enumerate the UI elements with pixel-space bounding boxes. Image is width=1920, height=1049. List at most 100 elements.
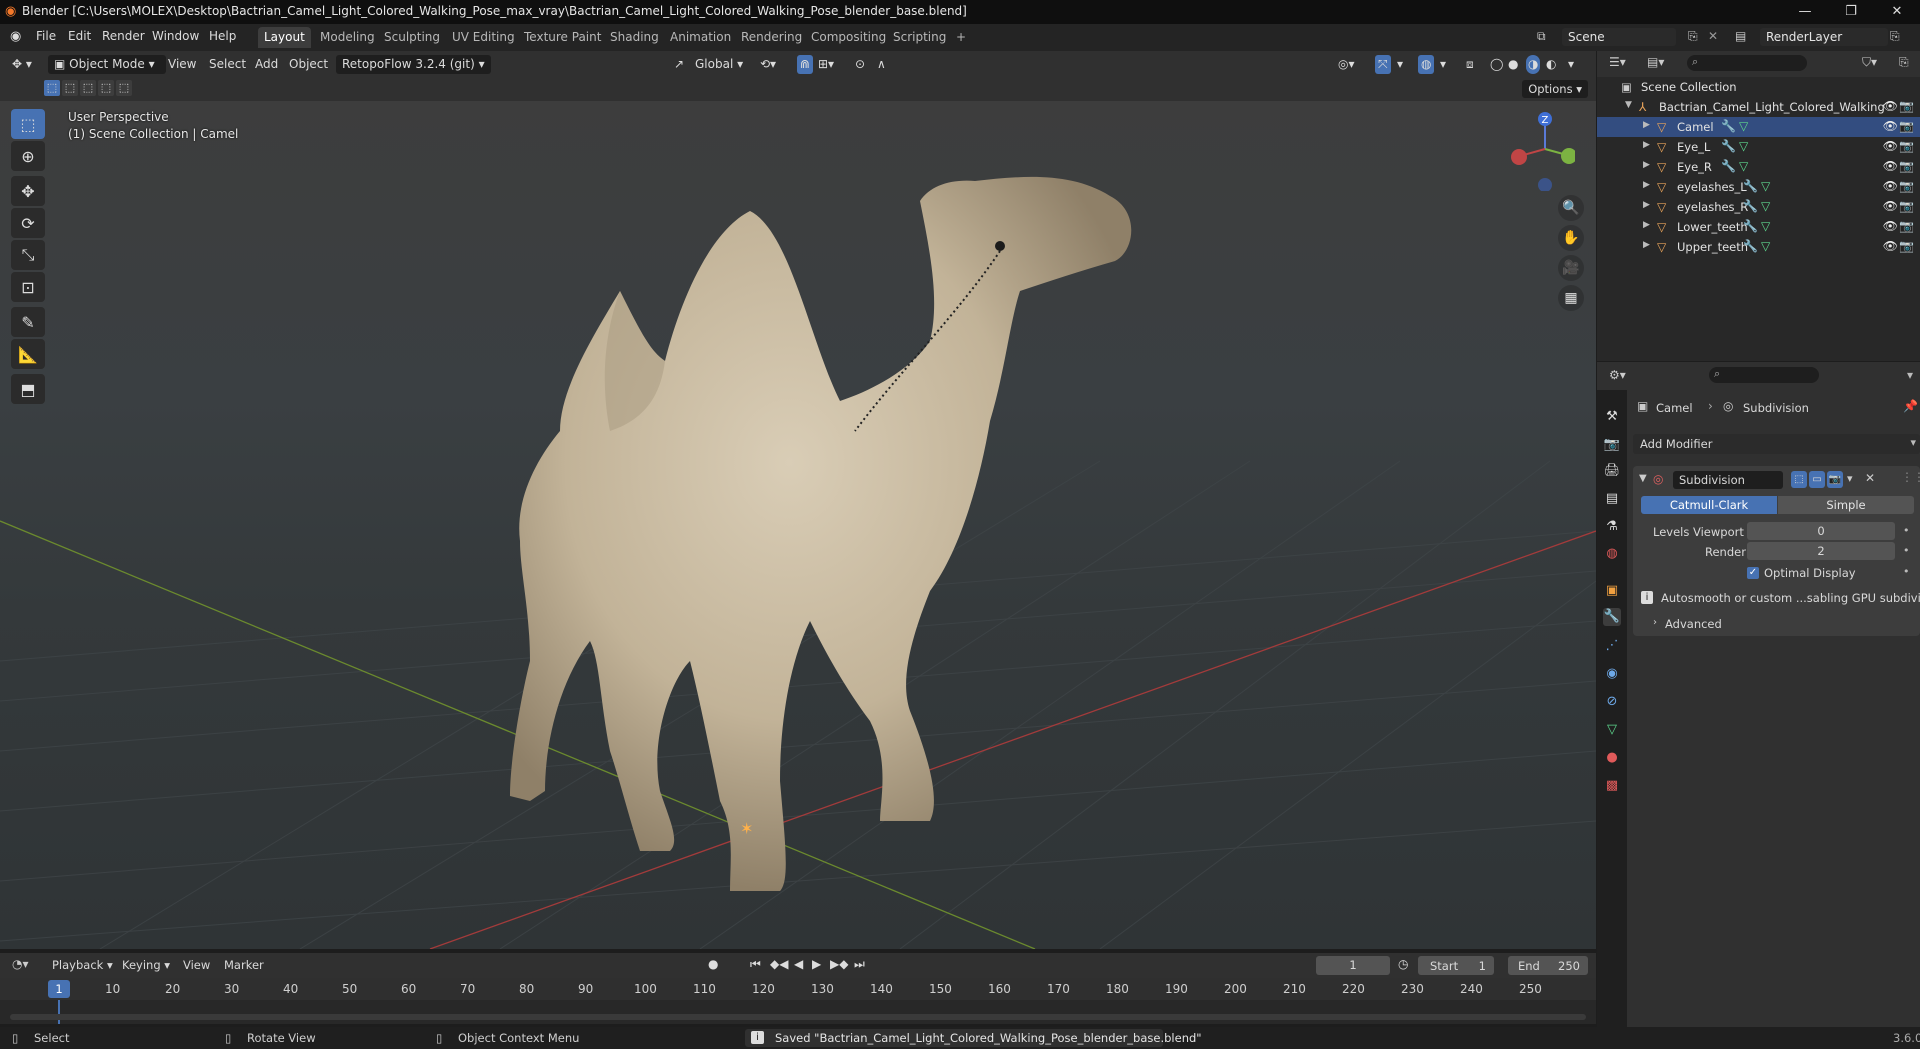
tab-modeling[interactable]: Modeling: [314, 27, 381, 48]
expand-chevron-icon[interactable]: ▶: [1643, 200, 1650, 210]
start-frame-field[interactable]: Start 1: [1418, 956, 1494, 975]
playhead-line[interactable]: [58, 1000, 60, 1024]
expand-chevron-icon[interactable]: ▶: [1643, 240, 1650, 250]
jump-start-icon[interactable]: ⏮: [750, 957, 761, 972]
modifier-wrench-icon[interactable]: 🔧: [1743, 199, 1758, 213]
select-new-icon[interactable]: ⬚: [44, 80, 60, 96]
display-mode-icon[interactable]: ▤▾: [1647, 55, 1664, 69]
modifier-menu-icon[interactable]: ▾: [1847, 472, 1853, 485]
visibility-eye-icon[interactable]: 👁: [1883, 139, 1898, 153]
rotate-tool[interactable]: ⟳: [11, 208, 45, 238]
render-toggle-icon[interactable]: 📷: [1827, 471, 1843, 488]
modifier-name-field[interactable]: Subdivision: [1673, 471, 1783, 489]
move-tool[interactable]: ✥: [11, 176, 45, 206]
cursor-tool[interactable]: ⊕: [11, 141, 45, 171]
zoom-icon[interactable]: 🔍: [1558, 195, 1584, 221]
xray-icon[interactable]: ⧈: [1466, 55, 1474, 74]
annotate-tool[interactable]: ✎: [11, 307, 45, 337]
particles-tab-icon[interactable]: ⋰: [1603, 637, 1621, 655]
blender-menu-icon[interactable]: ◉: [10, 29, 21, 44]
texture-tab-icon[interactable]: ▩: [1603, 777, 1621, 795]
prev-keyframe-icon[interactable]: ◆◀: [770, 957, 788, 971]
render-camera-icon[interactable]: 📷: [1899, 119, 1914, 133]
collapse-chevron-icon[interactable]: ▼: [1639, 473, 1647, 484]
play-icon[interactable]: ▶: [812, 957, 821, 971]
overlay-toggle-icon[interactable]: ◍: [1418, 55, 1435, 74]
new-scene-icon[interactable]: ⎘: [1688, 29, 1698, 44]
expand-chevron-icon[interactable]: ▶: [1643, 160, 1650, 170]
mesh-data-icon[interactable]: ▽: [1761, 239, 1770, 253]
viewport-toggle-icon[interactable]: ▭: [1809, 471, 1825, 488]
tab-shading[interactable]: Shading: [604, 27, 665, 48]
new-layer-icon[interactable]: ⎘: [1890, 29, 1900, 44]
jump-end-icon[interactable]: ⏭: [854, 957, 865, 972]
mode-selector[interactable]: ▣ Object Mode ▾: [48, 55, 166, 74]
modifier-wrench-icon[interactable]: 🔧: [1721, 119, 1736, 133]
tab-scripting[interactable]: Scripting: [887, 27, 952, 48]
menu-render[interactable]: Render: [102, 29, 145, 43]
expand-chevron-icon[interactable]: ▶: [1643, 120, 1650, 130]
menu-help[interactable]: Help: [209, 29, 236, 43]
playback-menu[interactable]: Playback ▾: [52, 958, 113, 972]
outliner-item-eyelashes-l[interactable]: ▶ ▽ eyelashes_L 🔧 ▽ 👁 📷: [1597, 177, 1920, 197]
expand-chevron-icon[interactable]: ▶: [1643, 220, 1650, 230]
timeline-scrollbar[interactable]: [10, 1014, 1586, 1020]
tab-compositing[interactable]: Compositing: [805, 27, 892, 48]
measure-tool[interactable]: 📐: [11, 339, 45, 369]
mesh-data-icon[interactable]: ▽: [1761, 219, 1770, 233]
keyframe-dot-icon[interactable]: •: [1903, 544, 1910, 557]
edit-mode-toggle-icon[interactable]: ⬚: [1791, 471, 1807, 488]
outliner-item-upper-teeth[interactable]: ▶ ▽ Upper_teeth 🔧 ▽ 👁 📷: [1597, 237, 1920, 257]
physics-tab-icon[interactable]: ◉: [1603, 665, 1621, 683]
menu-window[interactable]: Window: [152, 29, 199, 43]
select-invert-icon[interactable]: ⬚: [98, 80, 114, 96]
optimal-display-checkbox[interactable]: ✓: [1747, 567, 1759, 579]
render-camera-icon[interactable]: 📷: [1899, 99, 1914, 113]
visibility-eye-icon[interactable]: 👁: [1883, 159, 1898, 173]
remove-modifier-icon[interactable]: ✕: [1865, 471, 1875, 485]
close-window-button[interactable]: ✕: [1874, 0, 1920, 24]
object-menu[interactable]: Object: [289, 55, 328, 74]
tab-rendering[interactable]: Rendering: [735, 27, 808, 48]
render-layer-field[interactable]: RenderLayer: [1760, 28, 1888, 46]
visibility-eye-icon[interactable]: 👁: [1883, 199, 1898, 213]
add-cube-tool[interactable]: ⬒: [11, 374, 45, 404]
render-camera-icon[interactable]: 📷: [1899, 199, 1914, 213]
constraints-tab-icon[interactable]: ⊘: [1603, 693, 1621, 711]
preview-range-clock-icon[interactable]: ◷: [1398, 957, 1408, 971]
mesh-data-icon[interactable]: ▽: [1739, 159, 1748, 173]
minimize-button[interactable]: —: [1782, 0, 1828, 24]
outliner-item-eye-l[interactable]: ▶ ▽ Eye_L 🔧 ▽ 👁 📷: [1597, 137, 1920, 157]
outliner-item-camel[interactable]: ▶ ▽ Camel 🔧 ▽ 👁 📷: [1597, 117, 1920, 137]
add-menu[interactable]: Add: [255, 55, 278, 74]
frame-ruler[interactable]: 1 10 20 30 40 50 60 70 80 90 100 110 120…: [0, 978, 1596, 1000]
output-tab-icon[interactable]: 🖨: [1603, 462, 1621, 480]
render-camera-icon[interactable]: 📷: [1899, 179, 1914, 193]
modifier-wrench-icon[interactable]: 🔧: [1721, 139, 1736, 153]
gizmo-toggle-icon[interactable]: ⤧: [1375, 55, 1391, 74]
outliner-search[interactable]: ⌕: [1687, 55, 1807, 71]
transform-orientation-icon[interactable]: ↗: [674, 55, 684, 74]
mesh-data-icon[interactable]: ▽: [1739, 119, 1748, 133]
snap-target-icon[interactable]: ⊞▾: [818, 55, 834, 74]
editor-type-icon[interactable]: ✥ ▾: [12, 55, 32, 74]
snap-icon[interactable]: ⋒: [797, 55, 814, 74]
visibility-icon[interactable]: ◎▾: [1338, 55, 1355, 74]
timeline-area[interactable]: 1 10 20 30 40 50 60 70 80 90 100 110 120…: [0, 978, 1596, 1024]
select-subtract-icon[interactable]: ⬚: [80, 80, 96, 96]
rendered-shading-icon[interactable]: ◐: [1546, 55, 1556, 74]
visibility-eye-icon[interactable]: 👁: [1883, 119, 1898, 133]
visibility-eye-icon[interactable]: 👁: [1883, 219, 1898, 233]
outliner-scene-collection[interactable]: ▣ Scene Collection: [1597, 77, 1920, 97]
properties-search[interactable]: ⌕: [1709, 367, 1819, 383]
pivot-icon[interactable]: ⟲▾: [760, 55, 776, 74]
scene-icon[interactable]: ⧉: [1537, 29, 1546, 44]
outliner-item-eye-r[interactable]: ▶ ▽ Eye_R 🔧 ▽ 👁 📷: [1597, 157, 1920, 177]
select-box-tool[interactable]: ⬚: [11, 109, 45, 139]
keying-menu[interactable]: Keying ▾: [122, 958, 170, 972]
timeline-view-menu[interactable]: View: [183, 958, 210, 972]
maximize-button[interactable]: ❐: [1828, 0, 1874, 24]
modifier-wrench-icon[interactable]: 🔧: [1721, 159, 1736, 173]
modifier-wrench-icon[interactable]: 🔧: [1743, 219, 1758, 233]
visibility-eye-icon[interactable]: 👁: [1883, 99, 1898, 113]
